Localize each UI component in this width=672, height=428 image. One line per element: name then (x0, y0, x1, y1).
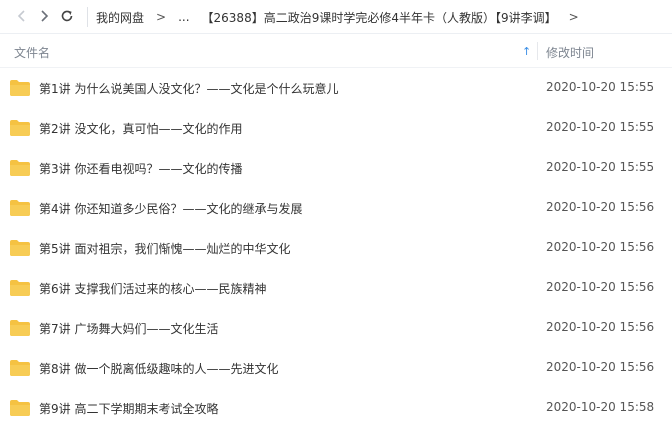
list-item[interactable]: 第7讲 广场舞大妈们——文化生活 2020-10-20 15:56 (0, 308, 672, 348)
column-modified-header[interactable]: 修改时间 (546, 44, 594, 61)
file-list: 第1讲 为什么说美国人没文化？——文化是个什么玩意儿 2020-10-20 15:… (0, 68, 672, 428)
list-item[interactable]: 第4讲 你还知道多少民俗？——文化的继承与发展 2020-10-20 15:56 (0, 188, 672, 228)
modified-time: 2020-10-20 15:58 (546, 400, 655, 414)
refresh-icon[interactable] (57, 6, 77, 26)
file-name[interactable]: 第2讲 没文化，真可怕——文化的作用 (39, 120, 242, 137)
modified-time: 2020-10-20 15:55 (546, 80, 655, 94)
folder-icon (9, 79, 31, 97)
modified-time: 2020-10-20 15:56 (546, 280, 655, 294)
file-name[interactable]: 第5讲 面对祖宗，我们惭愧——灿烂的中华文化 (39, 240, 290, 257)
breadcrumb-current[interactable]: 【26388】高二政治9课时学完必修4半年卡（人教版）【9讲李调】 (202, 9, 557, 26)
folder-icon (9, 119, 31, 137)
list-item[interactable]: 第9讲 高二下学期期末考试全攻略 2020-10-20 15:58 (0, 388, 672, 428)
column-header: 文件名 ↑ 修改时间 (0, 34, 672, 68)
back-arrow-icon[interactable] (12, 6, 32, 26)
file-name[interactable]: 第6讲 支撑我们活过来的核心——民族精神 (39, 280, 266, 297)
column-divider (537, 42, 538, 60)
list-item[interactable]: 第8讲 做一个脱离低级趣味的人——先进文化 2020-10-20 15:56 (0, 348, 672, 388)
file-name[interactable]: 第9讲 高二下学期期末考试全攻略 (39, 400, 218, 417)
forward-arrow-icon[interactable] (34, 6, 54, 26)
sort-arrow-icon[interactable]: ↑ (522, 45, 531, 58)
modified-time: 2020-10-20 15:55 (546, 160, 655, 174)
list-item[interactable]: 第2讲 没文化，真可怕——文化的作用 2020-10-20 15:55 (0, 108, 672, 148)
breadcrumb-ellipsis[interactable]: ... (178, 10, 189, 24)
breadcrumb: 我的网盘 > ... 【26388】高二政治9课时学完必修4半年卡（人教版）【9… (96, 0, 672, 34)
modified-time: 2020-10-20 15:56 (546, 200, 655, 214)
modified-time: 2020-10-20 15:56 (546, 240, 655, 254)
file-name[interactable]: 第7讲 广场舞大妈们——文化生活 (39, 320, 218, 337)
file-name[interactable]: 第4讲 你还知道多少民俗？——文化的继承与发展 (39, 200, 302, 217)
breadcrumb-separator: > (156, 10, 167, 24)
modified-time: 2020-10-20 15:55 (546, 120, 655, 134)
toolbar-divider (87, 7, 88, 27)
toolbar: 我的网盘 > ... 【26388】高二政治9课时学完必修4半年卡（人教版）【9… (0, 0, 672, 34)
folder-icon (9, 319, 31, 337)
list-item[interactable]: 第1讲 为什么说美国人没文化？——文化是个什么玩意儿 2020-10-20 15:… (0, 68, 672, 108)
list-item[interactable]: 第5讲 面对祖宗，我们惭愧——灿烂的中华文化 2020-10-20 15:56 (0, 228, 672, 268)
folder-icon (9, 159, 31, 177)
breadcrumb-root[interactable]: 我的网盘 (96, 9, 144, 26)
folder-icon (9, 279, 31, 297)
file-name[interactable]: 第1讲 为什么说美国人没文化？——文化是个什么玩意儿 (39, 80, 338, 97)
modified-time: 2020-10-20 15:56 (546, 360, 655, 374)
column-name-header[interactable]: 文件名 (14, 44, 50, 61)
folder-icon (9, 399, 31, 417)
folder-icon (9, 239, 31, 257)
folder-icon (9, 199, 31, 217)
folder-icon (9, 359, 31, 377)
modified-time: 2020-10-20 15:56 (546, 320, 655, 334)
breadcrumb-separator-trailing: > (568, 10, 579, 24)
file-name[interactable]: 第8讲 做一个脱离低级趣味的人——先进文化 (39, 360, 278, 377)
list-item[interactable]: 第6讲 支撑我们活过来的核心——民族精神 2020-10-20 15:56 (0, 268, 672, 308)
list-item[interactable]: 第3讲 你还看电视吗？——文化的传播 2020-10-20 15:55 (0, 148, 672, 188)
file-name[interactable]: 第3讲 你还看电视吗？——文化的传播 (39, 160, 242, 177)
